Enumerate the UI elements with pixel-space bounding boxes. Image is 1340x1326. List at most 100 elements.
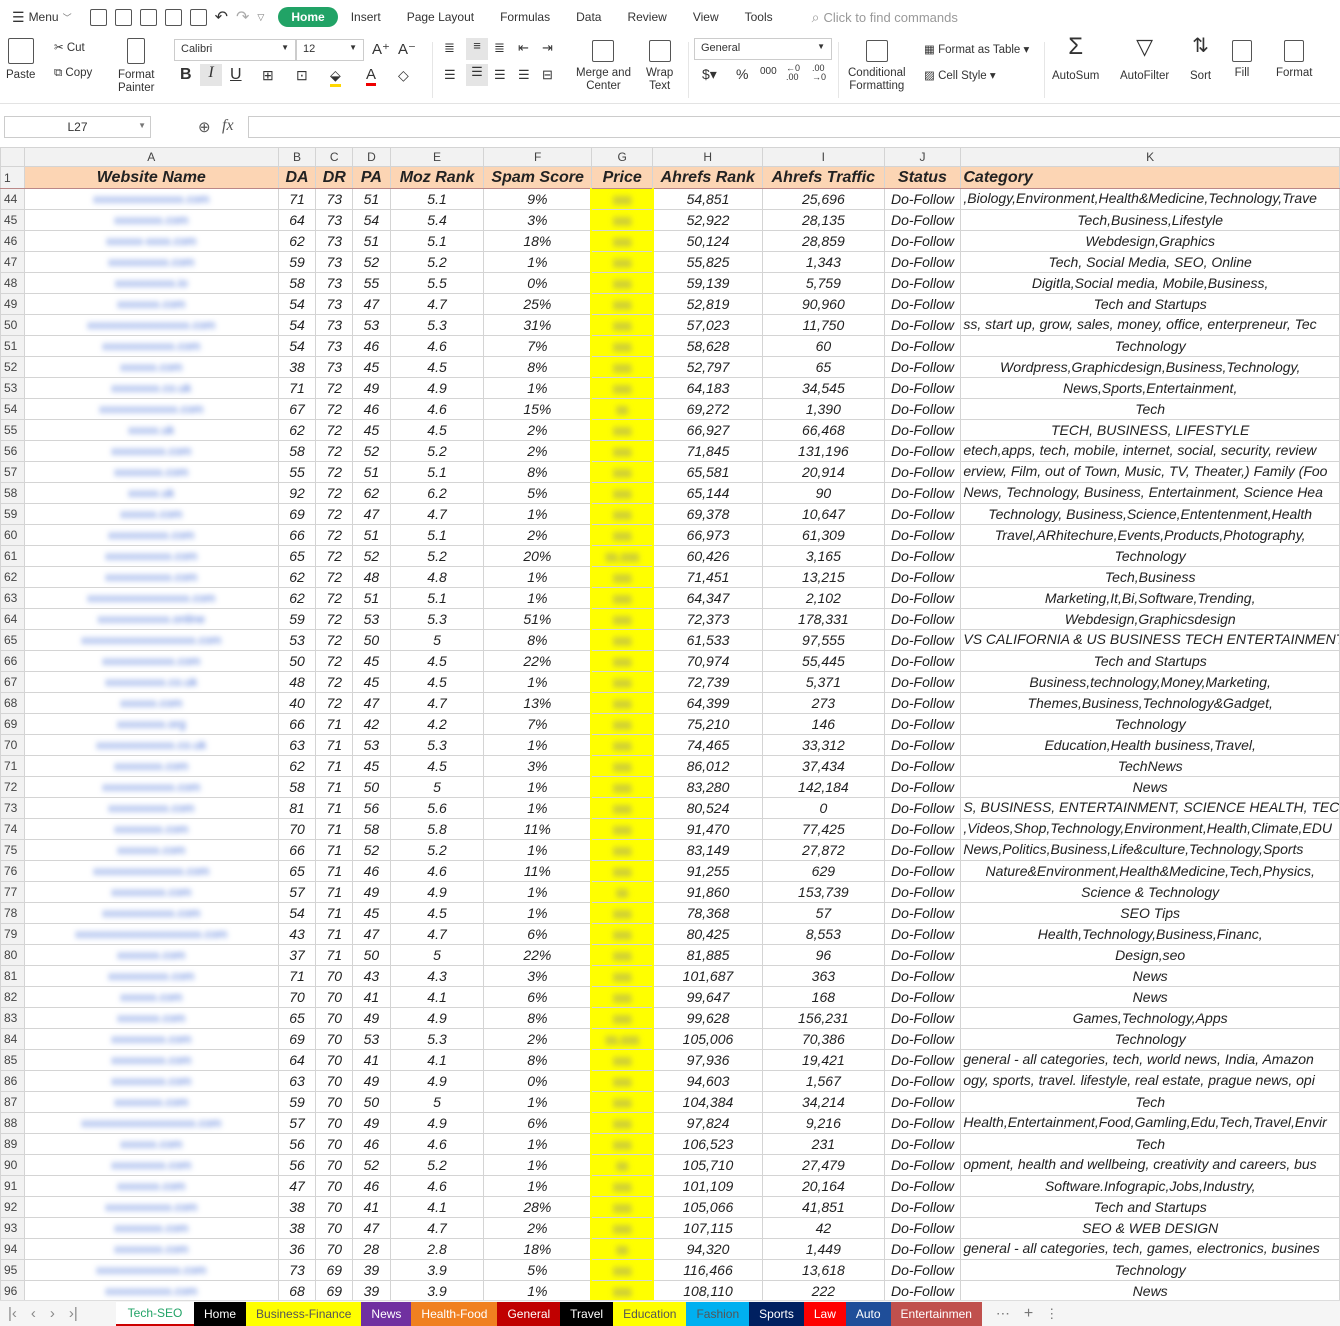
website-cell[interactable]: xxxxxxxxxx.co.uk: [23, 671, 279, 693]
status-cell[interactable]: Do-Follow: [883, 881, 962, 903]
category-cell[interactable]: erview, Film, out of Town, Music, TV, Th…: [960, 461, 1340, 483]
moz-rank-cell[interactable]: 4.6: [389, 335, 485, 357]
borders-icon[interactable]: ⊞: [262, 67, 274, 84]
name-box[interactable]: L27 ▼: [4, 116, 151, 138]
dr-cell[interactable]: 70: [315, 1028, 354, 1050]
pa-cell[interactable]: 48: [352, 566, 391, 588]
category-cell[interactable]: News: [960, 776, 1340, 798]
pa-cell[interactable]: 53: [352, 734, 391, 756]
header-cell[interactable]: Ahrefs Traffic: [762, 166, 885, 189]
category-cell[interactable]: Webdesign,Graphics: [960, 230, 1340, 252]
website-cell[interactable]: xxxxxxxxxxxxxxxxxxx.com: [23, 629, 279, 651]
add-sheet-icon[interactable]: +: [1024, 1305, 1033, 1323]
category-cell[interactable]: News,Sports,Entertainment,: [960, 377, 1340, 399]
row-header[interactable]: 54: [0, 398, 25, 420]
da-cell[interactable]: 66: [277, 713, 317, 735]
increase-indent-icon[interactable]: ⇥: [542, 40, 553, 56]
price-cell[interactable]: $$$: [590, 986, 654, 1008]
moz-rank-cell[interactable]: 4.3: [389, 965, 485, 987]
spam-score-cell[interactable]: 8%: [483, 356, 592, 378]
spam-score-cell[interactable]: 28%: [483, 1196, 592, 1218]
moz-rank-cell[interactable]: 4.5: [389, 650, 485, 672]
pa-cell[interactable]: 55: [352, 272, 391, 294]
website-cell[interactable]: xxxxxxxxxxxxxxx.com: [23, 188, 279, 210]
da-cell[interactable]: 56: [277, 1133, 317, 1155]
website-cell[interactable]: xxxxxxx.com: [23, 1175, 279, 1197]
dr-cell[interactable]: 72: [315, 566, 354, 588]
format-as-table-button[interactable]: ▦ Format as Table ▾: [924, 42, 1029, 56]
dr-cell[interactable]: 72: [315, 587, 354, 609]
row-header[interactable]: 73: [0, 797, 25, 819]
font-size-select[interactable]: 12 ▼: [296, 39, 364, 61]
spam-score-cell[interactable]: 6%: [483, 986, 592, 1008]
price-cell[interactable]: $$,$$$: [590, 545, 654, 567]
spam-score-cell[interactable]: 11%: [483, 818, 592, 840]
ahrefs-traffic-cell[interactable]: 90: [762, 482, 885, 504]
row-header[interactable]: 84: [0, 1028, 25, 1050]
price-cell[interactable]: $$$: [590, 1175, 654, 1197]
category-cell[interactable]: ,Biology,Environment,Health&Medicine,Tec…: [960, 188, 1340, 210]
spam-score-cell[interactable]: 0%: [483, 272, 592, 294]
da-cell[interactable]: 67: [277, 398, 317, 420]
price-cell[interactable]: $$$: [590, 734, 654, 756]
category-cell[interactable]: Themes,Business,Technology&Gadget,: [960, 692, 1340, 714]
pa-cell[interactable]: 53: [352, 1028, 391, 1050]
pa-cell[interactable]: 39: [352, 1259, 391, 1281]
website-cell[interactable]: xxxxxx.com: [23, 503, 279, 525]
status-cell[interactable]: Do-Follow: [883, 1070, 962, 1092]
moz-rank-cell[interactable]: 4.6: [389, 398, 485, 420]
category-cell[interactable]: Tech,Business: [960, 566, 1340, 588]
moz-rank-cell[interactable]: 3.9: [389, 1280, 485, 1300]
row-header[interactable]: 58: [0, 482, 25, 504]
moz-rank-cell[interactable]: 4.6: [389, 860, 485, 882]
row-header[interactable]: 88: [0, 1112, 25, 1134]
price-cell[interactable]: $$$: [590, 902, 654, 924]
spam-score-cell[interactable]: 7%: [483, 713, 592, 735]
sheet-tab[interactable]: Tech-SEO: [116, 1301, 194, 1326]
pa-cell[interactable]: 45: [352, 356, 391, 378]
print-preview-icon[interactable]: [189, 8, 207, 26]
category-cell[interactable]: VS CALIFORNIA & US BUSINESS TECH ENTERTA…: [960, 629, 1340, 651]
dr-cell[interactable]: 70: [315, 1238, 354, 1260]
website-cell[interactable]: xxxxxxxxxxxxxxxxx.com: [23, 314, 279, 336]
ahrefs-traffic-cell[interactable]: 41,851: [762, 1196, 885, 1218]
dr-cell[interactable]: 69: [315, 1259, 354, 1281]
category-cell[interactable]: Health,Entertainment,Food,Gamling,Edu,Te…: [960, 1112, 1340, 1134]
price-cell[interactable]: $$$: [590, 419, 654, 441]
ahrefs-rank-cell[interactable]: 64,399: [652, 692, 764, 714]
sheet-tab[interactable]: Sports: [749, 1301, 804, 1326]
row-header[interactable]: 77: [0, 881, 25, 903]
font-settings-icon[interactable]: ⊡: [296, 67, 308, 84]
autosum-button[interactable]: Σ AutoSum: [1052, 35, 1099, 83]
ahrefs-rank-cell[interactable]: 86,012: [652, 755, 764, 777]
category-cell[interactable]: TECH, BUSINESS, LIFESTYLE: [960, 419, 1340, 441]
website-cell[interactable]: xxxxxxxx.com: [23, 209, 279, 231]
header-cell[interactable]: Spam Score: [483, 166, 592, 189]
pa-cell[interactable]: 51: [352, 587, 391, 609]
moz-rank-cell[interactable]: 4.7: [389, 692, 485, 714]
pa-cell[interactable]: 28: [352, 1238, 391, 1260]
dr-cell[interactable]: 70: [315, 965, 354, 987]
row-header[interactable]: 79: [0, 923, 25, 945]
price-cell[interactable]: $$: [590, 881, 654, 903]
decrease-decimal-icon[interactable]: .00 →0: [812, 64, 826, 82]
spam-score-cell[interactable]: 2%: [483, 1028, 592, 1050]
row-header[interactable]: 95: [0, 1259, 25, 1281]
category-cell[interactable]: etech,apps, tech, mobile, internet, soci…: [960, 440, 1340, 462]
sheet-tab[interactable]: News: [361, 1301, 412, 1326]
website-cell[interactable]: xxxxxxxxxx.com: [23, 797, 279, 819]
category-cell[interactable]: Science & Technology: [960, 881, 1340, 903]
moz-rank-cell[interactable]: 4.1: [389, 986, 485, 1008]
moz-rank-cell[interactable]: 5.2: [389, 1154, 485, 1176]
price-cell[interactable]: $$$: [590, 713, 654, 735]
dr-cell[interactable]: 70: [315, 1217, 354, 1239]
status-cell[interactable]: Do-Follow: [883, 965, 962, 987]
ahrefs-traffic-cell[interactable]: 168: [762, 986, 885, 1008]
header-cell[interactable]: DR: [315, 166, 354, 189]
conditional-formatting-button[interactable]: Conditional Formatting: [848, 40, 906, 93]
dr-cell[interactable]: 70: [315, 1133, 354, 1155]
pa-cell[interactable]: 52: [352, 839, 391, 861]
sheet-tab[interactable]: Law: [803, 1301, 846, 1326]
pa-cell[interactable]: 45: [352, 650, 391, 672]
category-cell[interactable]: Software.Infograpic,Jobs,Industry,: [960, 1175, 1340, 1197]
